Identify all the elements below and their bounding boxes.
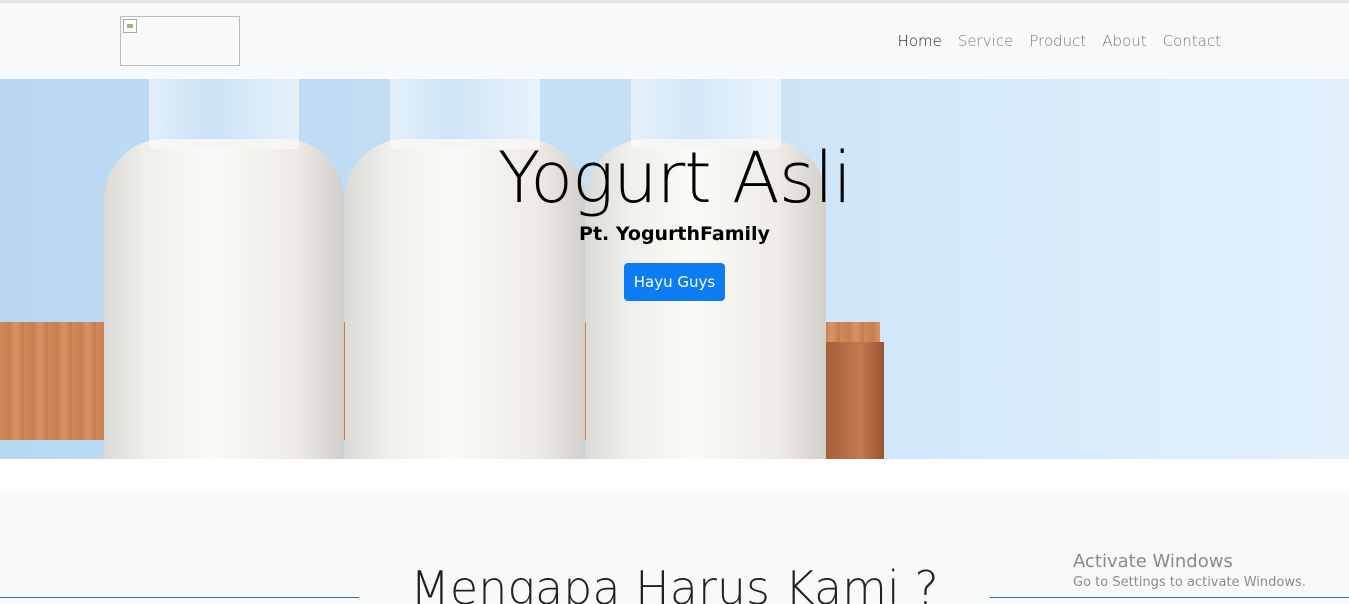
nav-home-link[interactable]: Home [898, 32, 942, 50]
nav-service-link[interactable]: Service [958, 32, 1013, 50]
hero-title: Yogurt Asli [497, 137, 852, 219]
broken-image-icon [123, 19, 137, 33]
watermark-subtitle: Go to Settings to activate Windows. [1073, 575, 1306, 590]
hero-subtitle: Pt. YogurthFamily [579, 223, 770, 245]
watermark-title: Activate Windows [1073, 551, 1233, 572]
nav-about-link[interactable]: About [1102, 32, 1146, 50]
hayu-guys-button[interactable]: Hayu Guys [624, 263, 725, 301]
nav-links: Home Service Product About Contact [898, 3, 1221, 79]
milk-bottle-image [345, 79, 585, 459]
logo-image[interactable] [120, 16, 240, 66]
wooden-shelf-end [826, 342, 884, 459]
milk-bottle-image [104, 79, 344, 459]
nav-product-link[interactable]: Product [1029, 32, 1086, 50]
hero-banner: Yogurt Asli Pt. YogurthFamily Hayu Guys [0, 79, 1349, 459]
navbar: Home Service Product About Contact [0, 3, 1349, 79]
nav-contact-link[interactable]: Contact [1163, 32, 1221, 50]
activate-windows-watermark: Activate Windows Go to Settings to activ… [1073, 551, 1306, 590]
